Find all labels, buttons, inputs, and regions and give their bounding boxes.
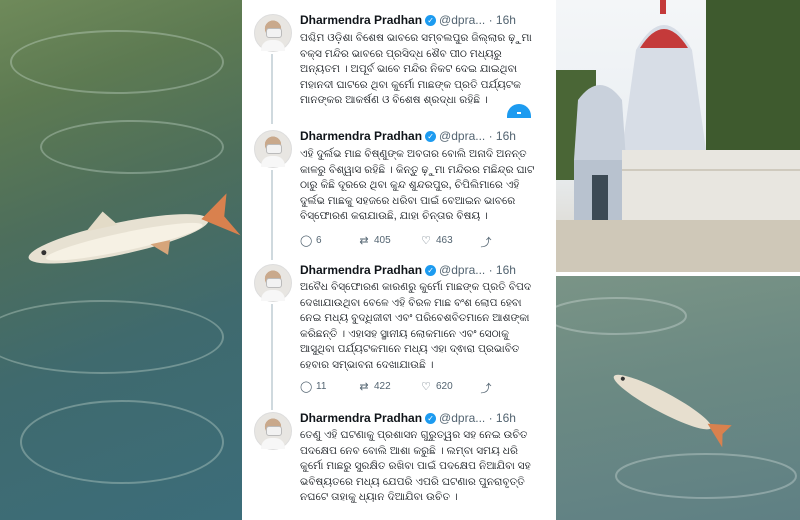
avatar[interactable]	[254, 412, 292, 450]
author-handle[interactable]: @dpra...	[439, 129, 485, 143]
retweet-count: 405	[374, 235, 391, 246]
speech-bubble-icon: ◯	[300, 381, 313, 393]
tweet-text: ଏହି ଦୁର୍ଲଭ ମାଛ ବିଷ୍ଣୁଙ୍କ ଅବତାର ବୋଲି ଅନାଦ…	[300, 148, 535, 222]
share-icon: ⤴	[480, 383, 492, 395]
tweet-header: Dharmendra Pradhan ✓ @dpra... · 16h	[300, 263, 516, 277]
tweet-time[interactable]: · 16h	[489, 411, 516, 425]
retweet-icon: ⇄	[359, 381, 369, 393]
verified-badge-icon: ✓	[425, 131, 437, 143]
author-handle[interactable]: @dpra...	[439, 13, 485, 27]
river-photo-left	[0, 0, 242, 520]
share-button[interactable]: ⤴	[480, 380, 492, 396]
tweet-time[interactable]: · 16h	[489, 13, 516, 27]
tweet-card[interactable]: Dharmendra Pradhan ✓ @dpra... · 16h ଅବୈଧ ବ…	[242, 260, 550, 410]
speech-bubble-icon: ◯	[300, 235, 313, 247]
fish-illustration	[28, 193, 241, 264]
tweet-time[interactable]: · 16h	[489, 129, 516, 143]
retweet-icon: ⇄	[359, 235, 369, 247]
reply-button[interactable]: ◯ 6	[300, 234, 322, 247]
retweet-button[interactable]: ⇄ 405	[358, 234, 391, 247]
avatar[interactable]	[254, 14, 292, 52]
temple-photo	[556, 0, 800, 272]
author-handle[interactable]: @dpra...	[439, 411, 485, 425]
tweet-text: ପଶ୍ଚିମ ଓଡ଼ିଶା ବିଶେଷ ଭାବରେ ସମ୍ବଲପୁର ଜିଲ୍ଲ…	[300, 32, 532, 106]
reply-count: 11	[316, 381, 327, 392]
heart-icon: ♡	[421, 235, 431, 247]
verified-badge-icon: ✓	[425, 265, 437, 277]
tweet-actions: ◯ 6 ⇄ 405 ♡ 463 ⤴	[300, 234, 540, 250]
tweet-header: Dharmendra Pradhan ✓ @dpra... · 16h	[300, 13, 516, 27]
like-button[interactable]: ♡ 620	[420, 380, 453, 393]
thread-connector	[271, 54, 273, 124]
author-name[interactable]: Dharmendra Pradhan	[300, 13, 422, 27]
retweet-count: 422	[374, 381, 391, 392]
like-count: 620	[436, 381, 453, 392]
reply-button[interactable]: ◯ 11	[300, 380, 326, 393]
author-name[interactable]: Dharmendra Pradhan	[300, 411, 422, 425]
share-button[interactable]: ⤴	[480, 234, 492, 250]
tweet-header: Dharmendra Pradhan ✓ @dpra... · 16h	[300, 129, 516, 143]
heart-icon: ♡	[421, 381, 431, 393]
avatar[interactable]	[254, 264, 292, 302]
tweet-card[interactable]: Dharmendra Pradhan ✓ @dpra... · 16h ତେଣୁ ଏ…	[242, 408, 550, 520]
tweet-card[interactable]: Dharmendra Pradhan ✓ @dpra... · 16h ପଶ୍ଚିମ…	[242, 8, 550, 124]
like-button[interactable]: ♡ 463	[420, 234, 453, 247]
tweet-actions: ◯ 11 ⇄ 422 ♡ 620 ⤴	[300, 380, 540, 396]
tweet-text: ଅବୈଧ ବିସ୍ଫୋରଣ କାରଣରୁ କୁର୍ମୋ ମାଛଙ୍କ ପ୍ରତି…	[300, 281, 532, 371]
verified-badge-icon: ✓	[425, 15, 437, 27]
thread-connector	[271, 170, 273, 260]
tweet-time[interactable]: · 16h	[489, 263, 516, 277]
tweet-text: ତେଣୁ ଏହି ଘଟଣାକୁ ପ୍ରଶାସନ ଗୁରୁତ୍ୱର ସହ ନେଇ …	[300, 429, 531, 503]
river-photo-right	[556, 276, 800, 520]
fish-illustration	[556, 297, 797, 499]
verified-badge-icon: ✓	[425, 413, 437, 425]
avatar[interactable]	[254, 130, 292, 168]
retweet-button[interactable]: ⇄ 422	[358, 380, 391, 393]
like-count: 463	[436, 235, 453, 246]
author-name[interactable]: Dharmendra Pradhan	[300, 263, 422, 277]
tweet-thread: Dharmendra Pradhan ✓ @dpra... · 16h ପଶ୍ଚିମ…	[242, 0, 550, 520]
thread-connector	[271, 304, 273, 410]
temple-illustration	[556, 0, 800, 272]
reply-count: 6	[316, 235, 322, 246]
tweet-card[interactable]: Dharmendra Pradhan ✓ @dpra... · 16h ଏହି ଦୁ…	[242, 124, 550, 260]
author-handle[interactable]: @dpra...	[439, 263, 485, 277]
share-icon: ⤴	[480, 237, 492, 249]
author-name[interactable]: Dharmendra Pradhan	[300, 129, 422, 143]
tweet-header: Dharmendra Pradhan ✓ @dpra... · 16h	[300, 411, 516, 425]
